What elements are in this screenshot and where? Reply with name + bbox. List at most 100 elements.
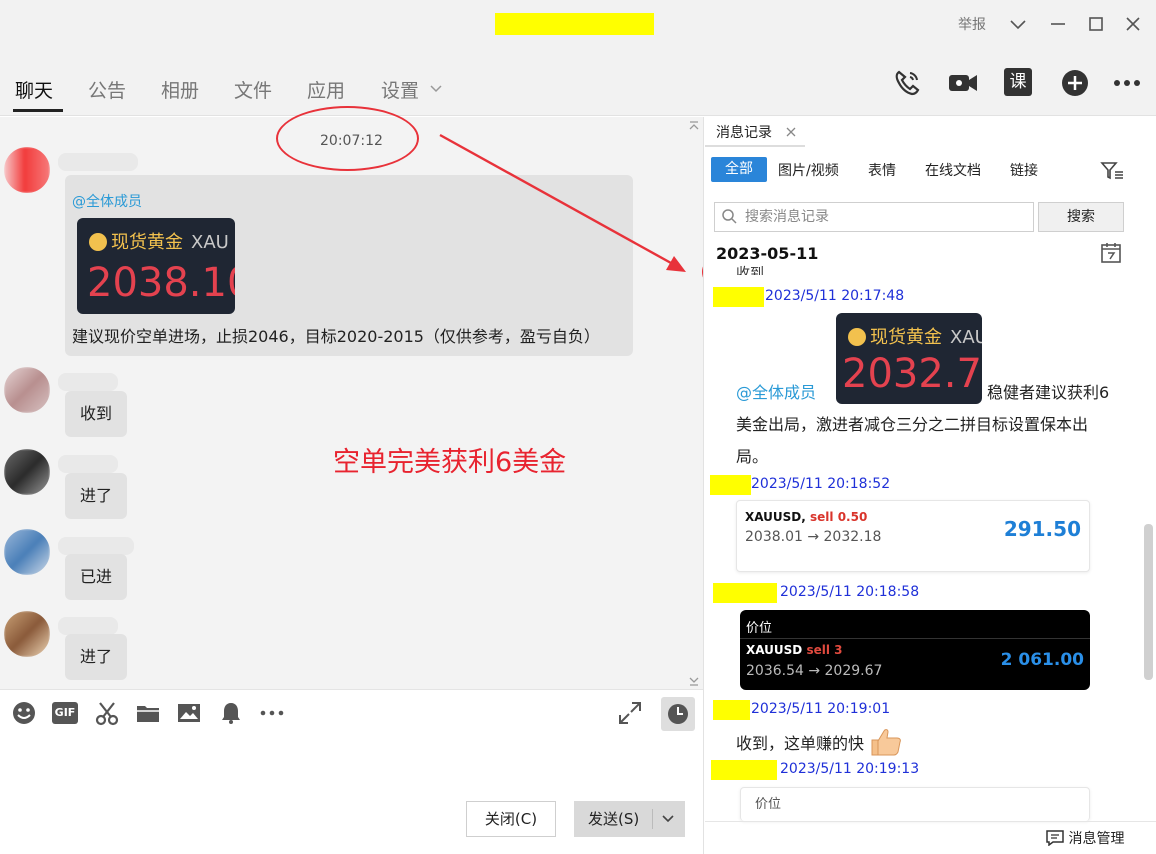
bell-icon[interactable] xyxy=(218,700,244,726)
message-manager-icon xyxy=(1046,830,1064,847)
send-button-label: 发送(S) xyxy=(588,810,640,828)
scroll-down-icon[interactable] xyxy=(688,672,700,689)
emoji-icon[interactable] xyxy=(11,700,37,726)
sender-name-highlight xyxy=(713,583,777,603)
filter-all[interactable]: 全部 xyxy=(711,157,767,182)
image-icon[interactable] xyxy=(176,700,202,726)
trade-card[interactable]: 价位 xyxy=(740,787,1090,821)
history-message-text: 局。 xyxy=(736,447,769,466)
trade-card-header: 价位 xyxy=(746,621,773,636)
more-icon[interactable] xyxy=(259,700,285,726)
add-icon[interactable] xyxy=(1060,68,1090,98)
annotation-ellipse-time xyxy=(276,106,419,171)
avatar[interactable] xyxy=(4,449,50,495)
panel-tab-underline xyxy=(705,145,805,147)
trade-profit: 291.50 xyxy=(1003,517,1081,541)
history-message-text: 美金出局，激进者减仓三分之二拼目标设置保本出 xyxy=(736,415,1089,434)
history-search-input[interactable]: 搜索消息记录 xyxy=(714,202,1034,232)
folder-icon[interactable] xyxy=(135,700,161,726)
panel-footer-divider xyxy=(705,821,1156,822)
history-message-text-content: 收到，这单赚的快 xyxy=(736,734,865,753)
close-button[interactable]: 关闭(C) xyxy=(466,801,556,837)
gold-card-price: 2032.70 xyxy=(842,351,982,397)
phone-icon[interactable] xyxy=(892,68,922,98)
filter-online-docs[interactable]: 在线文档 xyxy=(925,160,981,180)
trade-symbol: XAUUSD sell 3 xyxy=(746,643,843,657)
gold-card-symbol: XAU xyxy=(191,232,229,253)
trade-profit: 2 061.00 xyxy=(1000,650,1084,670)
filter-images-videos[interactable]: 图片/视频 xyxy=(778,160,839,180)
history-timestamp: 2023/5/11 20:19:13 xyxy=(780,761,920,777)
send-button[interactable]: 发送(S) xyxy=(574,801,685,837)
chevron-down-icon[interactable] xyxy=(1006,12,1030,36)
message-bubble[interactable]: 进了 xyxy=(65,473,127,519)
gold-price-card[interactable]: 现货黄金 XAU 2032.70 xyxy=(836,313,982,404)
calendar-icon[interactable] xyxy=(1100,242,1122,268)
tab-chat[interactable]: 聊天 xyxy=(15,76,53,103)
gif-label: GIF xyxy=(52,702,78,724)
avatar[interactable] xyxy=(4,367,50,413)
chevron-down-icon[interactable] xyxy=(660,801,676,850)
trade-card-dark[interactable]: 价位 XAUUSD sell 3 2036.54 → 2029.67 2 061… xyxy=(740,610,1090,690)
history-date: 2023-05-11 xyxy=(716,244,819,263)
trade-card[interactable]: XAUUSD, sell 0.50 2038.01 → 2032.18 291.… xyxy=(736,500,1090,572)
mention-all[interactable]: @全体成员 xyxy=(736,383,816,402)
expand-icon[interactable] xyxy=(617,700,643,726)
title-bar: 举报 xyxy=(0,0,1156,50)
history-scrollbar[interactable] xyxy=(1144,524,1153,680)
message-manager-label: 消息管理 xyxy=(1068,831,1125,847)
report-button[interactable]: 举报 xyxy=(958,14,986,34)
message-bubble[interactable]: 进了 xyxy=(65,634,127,680)
message-bubble[interactable]: 收到 xyxy=(65,391,127,437)
active-tab-underline xyxy=(13,109,63,112)
tab-settings[interactable]: 设置 xyxy=(381,76,443,103)
message-bubble[interactable]: 已进 xyxy=(65,554,127,600)
sender-name-highlight xyxy=(713,700,750,720)
search-icon xyxy=(721,208,737,228)
sender-name xyxy=(58,153,138,171)
history-message-text: 稳健者建议获利6 xyxy=(987,383,1110,402)
avatar[interactable] xyxy=(4,147,50,193)
sender-name xyxy=(58,373,118,391)
history-icon[interactable] xyxy=(661,697,695,731)
avatar[interactable] xyxy=(4,529,50,575)
filter-links[interactable]: 链接 xyxy=(1010,160,1038,180)
history-timestamp: 2023/5/11 20:17:48 xyxy=(765,288,905,304)
sender-name-highlight xyxy=(711,760,777,780)
gold-card-title: 现货黄金 XAU xyxy=(848,323,982,349)
sender-name xyxy=(58,537,134,555)
tab-message-history[interactable]: 消息记录 xyxy=(716,122,772,142)
annotation-arrow xyxy=(439,133,686,272)
course-label: 课 xyxy=(1004,68,1032,96)
close-icon[interactable] xyxy=(1121,12,1145,36)
trade-symbol: XAUUSD, sell 0.50 xyxy=(745,510,867,524)
message-manager-button[interactable]: 消息管理 xyxy=(1046,828,1124,848)
tab-announcement[interactable]: 公告 xyxy=(88,76,126,103)
maximize-icon[interactable] xyxy=(1084,12,1108,36)
avatar[interactable] xyxy=(4,611,50,657)
sender-name xyxy=(58,455,118,473)
scissors-icon[interactable] xyxy=(94,700,120,726)
gold-card-title-text: 现货黄金 xyxy=(870,327,942,348)
trade-symbol-text: XAUUSD, xyxy=(745,510,806,524)
tab-apps[interactable]: 应用 xyxy=(307,76,345,103)
tab-album[interactable]: 相册 xyxy=(161,76,199,103)
trade-action: sell 3 xyxy=(806,643,843,657)
filter-icon[interactable] xyxy=(1100,160,1124,186)
video-call-icon[interactable] xyxy=(947,68,977,98)
trade-prices: 2038.01 → 2032.18 xyxy=(745,529,882,545)
trade-symbol-text: XAUUSD xyxy=(746,643,803,657)
history-message-text: 收到，这单赚的快 xyxy=(736,727,903,759)
minimize-icon[interactable] xyxy=(1046,12,1070,36)
thumbs-up-icon xyxy=(871,729,901,756)
gif-icon[interactable]: GIF xyxy=(52,700,78,726)
search-button[interactable]: 搜索 xyxy=(1038,202,1124,232)
tab-files[interactable]: 文件 xyxy=(234,76,272,103)
mention-all[interactable]: @全体成员 xyxy=(72,191,142,211)
close-icon[interactable] xyxy=(785,122,797,142)
more-icon[interactable] xyxy=(1112,68,1142,98)
filter-stickers[interactable]: 表情 xyxy=(868,160,896,180)
gold-price-card[interactable]: 现货黄金 XAU 2038.10 xyxy=(77,218,235,314)
gold-coin-icon xyxy=(89,233,107,251)
course-icon[interactable]: 课 xyxy=(1004,68,1034,98)
